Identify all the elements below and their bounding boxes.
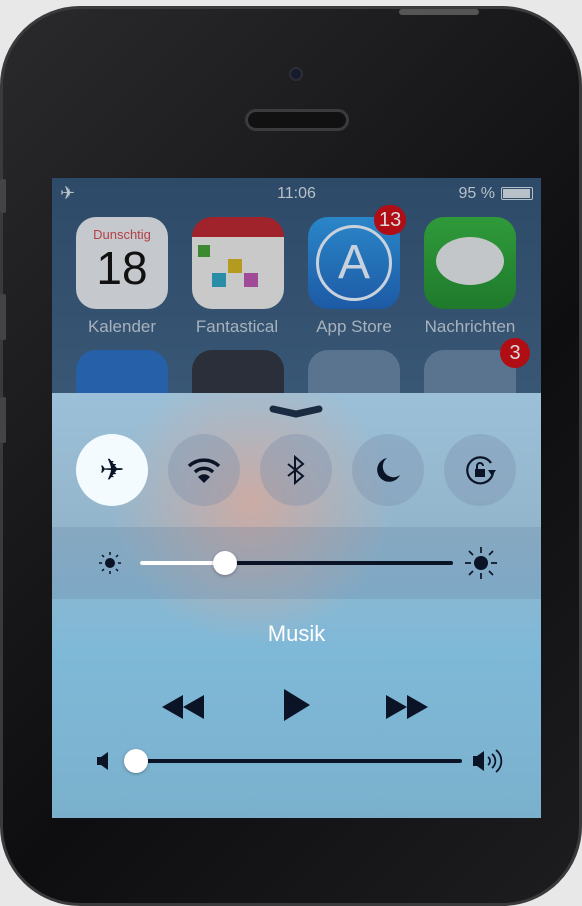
- wifi-toggle[interactable]: [168, 434, 240, 506]
- notification-badge: 3: [500, 338, 530, 368]
- do-not-disturb-toggle[interactable]: [352, 434, 424, 506]
- play-button[interactable]: [282, 687, 312, 723]
- calendar-day: Dunschtig: [93, 227, 151, 242]
- brightness-section: [52, 527, 541, 599]
- rewind-button[interactable]: [162, 693, 206, 721]
- rotation-lock-toggle[interactable]: [444, 434, 516, 506]
- brightness-fill: [140, 561, 225, 565]
- fast-forward-button[interactable]: [386, 693, 430, 721]
- bluetooth-icon: [287, 455, 305, 485]
- battery-percent: 95 %: [458, 185, 495, 202]
- airplane-mode-toggle[interactable]: ✈: [76, 434, 148, 506]
- earpiece: [245, 109, 349, 131]
- music-title: Musik: [267, 621, 326, 646]
- volume-thumb[interactable]: [124, 749, 148, 773]
- app-label: Kalender: [87, 317, 157, 336]
- mute-switch: [0, 179, 6, 213]
- brightness-thumb[interactable]: [212, 551, 237, 575]
- rotation-lock-icon: [466, 456, 496, 485]
- app-label: Nachrichten: [424, 317, 516, 336]
- volume-high-icon: [473, 749, 503, 773]
- app-fantastical[interactable]: [192, 217, 284, 309]
- app-kalender[interactable]: Dunschtig 18: [76, 217, 168, 309]
- control-center: ✈ Musik: [52, 393, 541, 818]
- volume-slider[interactable]: [132, 759, 462, 763]
- wifi-icon: [187, 458, 221, 483]
- screen: ✈ 11:06 95 % Dunschtig 18 Kalender Fanta…: [52, 178, 541, 818]
- status-bar: ✈ 11:06 95 %: [52, 178, 541, 208]
- app-label: Fantastical: [195, 317, 279, 336]
- app-label: App Store: [316, 317, 392, 336]
- brightness-high-icon: [465, 547, 497, 579]
- chevron-down-icon[interactable]: [267, 403, 325, 419]
- front-camera: [289, 67, 303, 81]
- sleep-button: [399, 9, 479, 15]
- moon-icon: [377, 458, 400, 482]
- volume-down-button: [0, 397, 6, 443]
- bluetooth-toggle[interactable]: [260, 434, 332, 506]
- battery-icon: [501, 187, 533, 200]
- volume-up-button: [0, 294, 6, 340]
- notification-badge: 13: [374, 205, 407, 235]
- volume-low-icon: [97, 752, 108, 770]
- brightness-low-icon: [99, 552, 121, 574]
- app-nachrichten[interactable]: [424, 217, 516, 309]
- airplane-icon: ✈: [99, 453, 125, 487]
- calendar-date: 18: [96, 242, 148, 294]
